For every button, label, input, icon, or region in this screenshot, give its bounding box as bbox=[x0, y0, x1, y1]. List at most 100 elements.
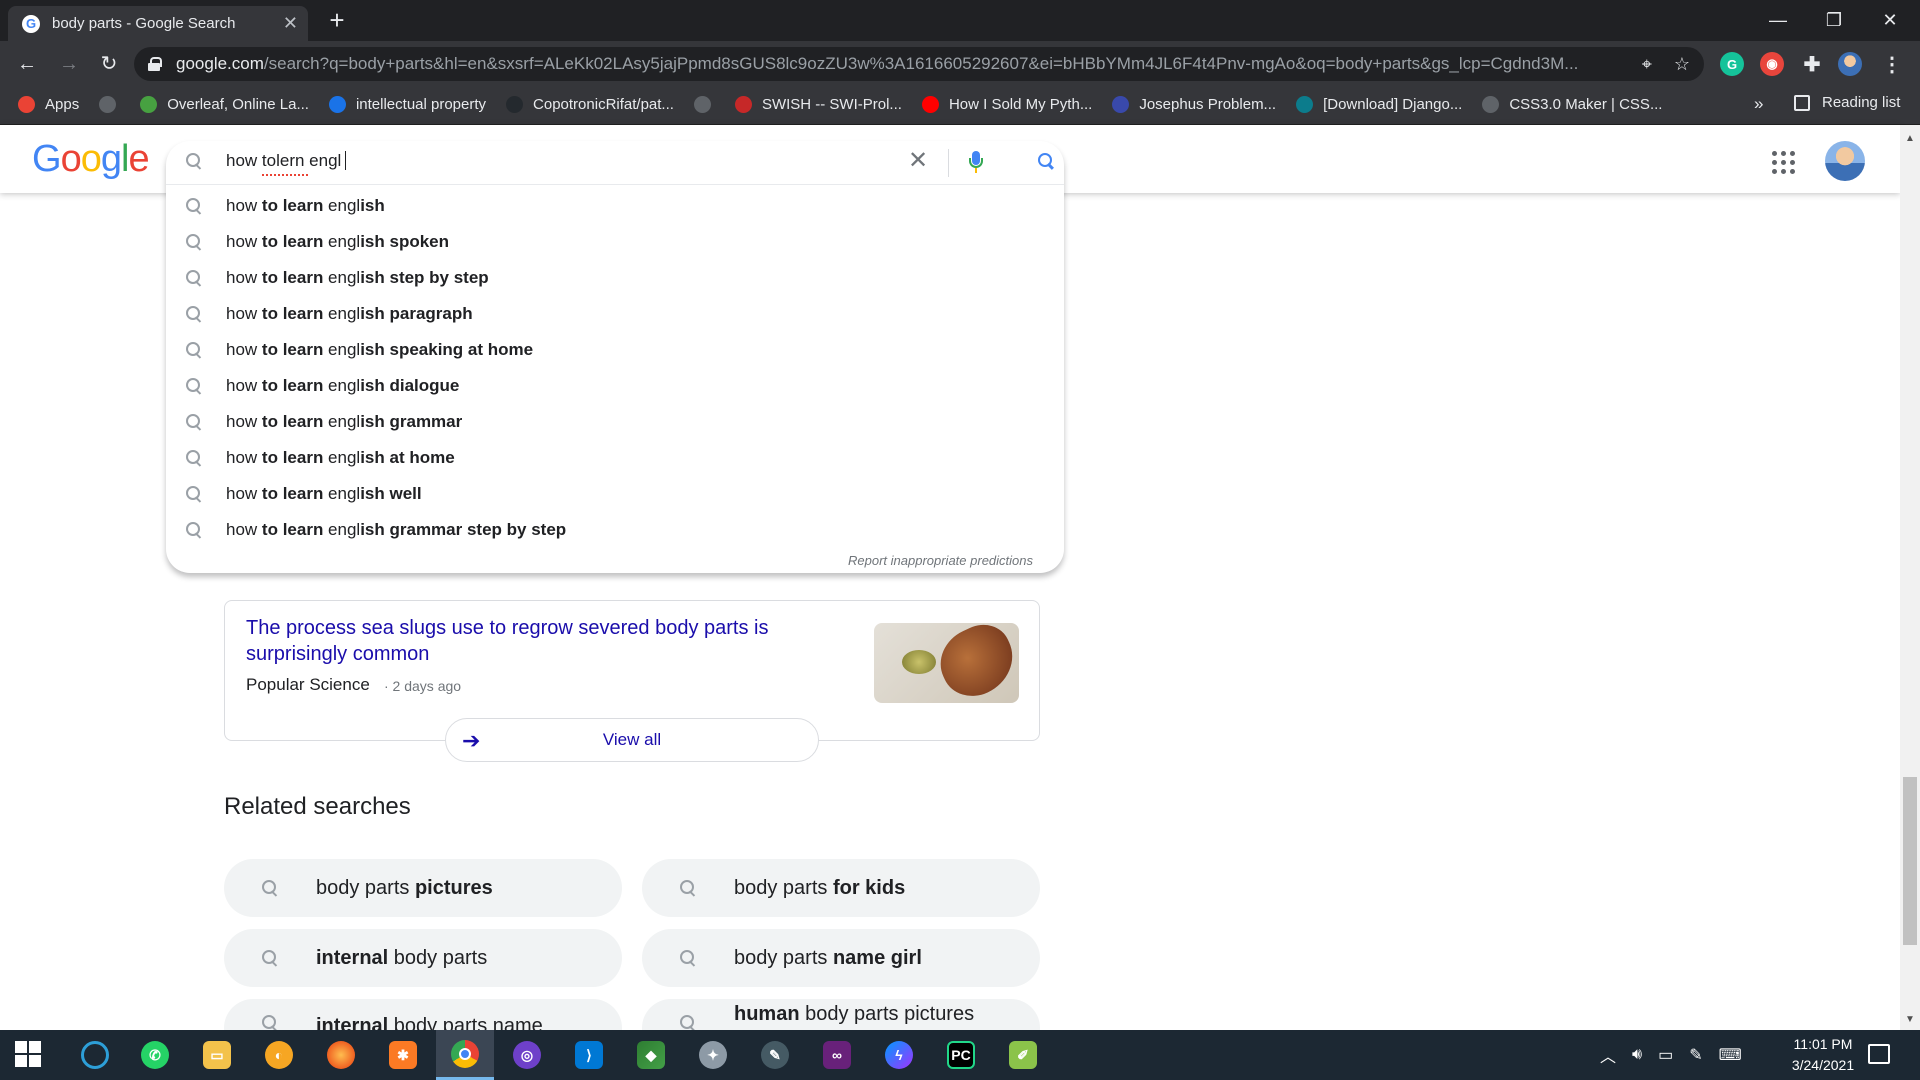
reload-icon[interactable]: ↻ bbox=[96, 51, 122, 77]
app-icon[interactable]: ◐ bbox=[250, 1030, 308, 1080]
search-icon bbox=[680, 880, 696, 896]
app-icon[interactable]: ✎ bbox=[746, 1030, 804, 1080]
restore-icon[interactable]: ❐ bbox=[1806, 0, 1862, 41]
windows-start-icon[interactable] bbox=[0, 1030, 58, 1080]
suggestion-item[interactable]: how to learn english well bbox=[166, 476, 1064, 512]
grammarly-extension-icon[interactable]: G bbox=[1720, 52, 1744, 76]
reading-list-button[interactable]: Reading list bbox=[1794, 94, 1900, 111]
related-search-chip[interactable]: body parts pictures bbox=[224, 859, 622, 917]
related-label: internal body parts name bbox=[316, 1015, 543, 1030]
view-all-button[interactable]: View all bbox=[445, 718, 819, 762]
related-search-chip[interactable]: human body parts pictures bbox=[642, 999, 1040, 1030]
bookmark-item[interactable]: CopotronicRifat/pat... bbox=[506, 96, 674, 113]
suggestion-item[interactable]: how to learn english spoken bbox=[166, 224, 1064, 260]
tab-title: body parts - Google Search bbox=[52, 15, 236, 32]
related-search-chip[interactable]: body parts for kids bbox=[642, 859, 1040, 917]
show-hidden-icons-icon[interactable]: ︿ bbox=[1600, 1043, 1616, 1067]
view-all-label: View all bbox=[602, 730, 662, 749]
bookmark-item[interactable]: SWISH -- SWI-Prol... bbox=[734, 96, 902, 113]
suggestion-item[interactable]: how to learn english grammar bbox=[166, 404, 1064, 440]
related-search-chip[interactable]: body parts name girl bbox=[642, 929, 1040, 987]
pycharm-icon[interactable]: PC bbox=[932, 1030, 990, 1080]
google-apps-icon[interactable] bbox=[1772, 151, 1796, 175]
app-icon[interactable]: ✦ bbox=[684, 1030, 742, 1080]
keyboard-icon[interactable]: ⌨ bbox=[1719, 1045, 1742, 1065]
system-clock[interactable]: 11:01 PM 3/24/2021 bbox=[1768, 1034, 1878, 1076]
suggestion-item[interactable]: how to learn english paragraph bbox=[166, 296, 1064, 332]
close-tab-icon[interactable]: ✕ bbox=[283, 13, 298, 34]
profile-avatar[interactable] bbox=[1838, 52, 1862, 76]
search-input[interactable] bbox=[226, 151, 866, 171]
account-avatar[interactable] bbox=[1825, 141, 1865, 181]
story-title-link[interactable]: The process sea slugs use to regrow seve… bbox=[246, 615, 806, 667]
firefox-icon[interactable] bbox=[312, 1030, 370, 1080]
minimize-icon[interactable]: — bbox=[1750, 0, 1806, 41]
suggestion-text: how to learn english step by step bbox=[226, 268, 489, 287]
visual-studio-icon[interactable]: ∞ bbox=[808, 1030, 866, 1080]
new-tab-button[interactable]: + bbox=[322, 6, 352, 36]
microphone-icon[interactable] bbox=[968, 149, 984, 175]
pen-icon[interactable]: ✎ bbox=[1689, 1045, 1702, 1065]
divider bbox=[948, 149, 949, 177]
bookmark-item[interactable]: How I Sold My Pyth... bbox=[921, 96, 1092, 113]
story-source: Popular Science bbox=[246, 675, 370, 694]
github-desktop-icon[interactable]: ◎ bbox=[498, 1030, 556, 1080]
app-icon[interactable]: ✐ bbox=[994, 1030, 1052, 1080]
app-icon[interactable]: ◆ bbox=[622, 1030, 680, 1080]
system-tray: ︿ 🔊︎ ▭ ✎ ⌨ bbox=[1600, 1030, 1758, 1080]
bookmark-item[interactable] bbox=[693, 96, 721, 113]
network-icon[interactable]: ▭ bbox=[1658, 1045, 1673, 1065]
scroll-up-icon[interactable]: ▲ bbox=[1903, 133, 1917, 144]
xampp-icon[interactable]: ✱ bbox=[374, 1030, 432, 1080]
suggestion-item[interactable]: how to learn english step by step bbox=[166, 260, 1064, 296]
scroll-down-icon[interactable]: ▼ bbox=[1903, 1014, 1917, 1025]
suggestion-text: how to learn english speaking at home bbox=[226, 340, 534, 359]
clear-icon[interactable]: ✕ bbox=[908, 146, 928, 175]
bookmark-item[interactable] bbox=[99, 96, 126, 113]
close-window-icon[interactable]: ✕ bbox=[1862, 0, 1918, 41]
bookmarks-more-icon[interactable]: » bbox=[1754, 94, 1763, 114]
bookmark-star-icon[interactable]: ☆ bbox=[1674, 54, 1690, 75]
forward-icon[interactable]: → bbox=[56, 51, 82, 77]
related-search-chip[interactable]: internal body parts name bbox=[224, 999, 622, 1030]
search-icon bbox=[680, 1015, 696, 1030]
suggestion-text: how to learn english paragraph bbox=[226, 304, 473, 323]
suggestion-text: how to learn english spoken bbox=[226, 232, 450, 251]
bookmark-item[interactable]: Josephus Problem... bbox=[1112, 96, 1276, 113]
search-icon bbox=[186, 378, 202, 394]
browser-tab[interactable]: G body parts - Google Search ✕ bbox=[8, 6, 308, 41]
vscode-icon[interactable]: ⟩ bbox=[560, 1030, 618, 1080]
bookmark-item[interactable]: [Download] Django... bbox=[1296, 96, 1462, 113]
reading-list-label: Reading list bbox=[1822, 94, 1901, 111]
search-icon bbox=[186, 234, 202, 250]
cortana-icon[interactable] bbox=[66, 1030, 124, 1080]
bookmark-item[interactable]: Apps bbox=[18, 96, 79, 113]
menu-kebab-icon[interactable]: ⋮ bbox=[1880, 52, 1904, 76]
suggestion-item[interactable]: how to learn english at home bbox=[166, 440, 1064, 476]
suggestion-item[interactable]: how to learn english bbox=[166, 188, 1064, 224]
extension-icon[interactable]: ◉ bbox=[1760, 52, 1784, 76]
file-explorer-icon[interactable]: ▭ bbox=[188, 1030, 246, 1080]
suggestion-item[interactable]: how to learn english dialogue bbox=[166, 368, 1064, 404]
bookmark-item[interactable]: Overleaf, Online La... bbox=[140, 96, 309, 113]
report-predictions-link[interactable]: Report inappropriate predictions bbox=[848, 553, 1033, 568]
messenger-icon[interactable]: ϟ bbox=[870, 1030, 928, 1080]
url-domain: google.com bbox=[176, 54, 264, 73]
chrome-icon[interactable] bbox=[436, 1030, 494, 1080]
scrollbar-thumb[interactable] bbox=[1903, 777, 1917, 945]
google-logo[interactable]: Google bbox=[32, 138, 150, 181]
location-icon[interactable]: ⌖ bbox=[1642, 54, 1652, 75]
back-icon[interactable]: ← bbox=[14, 51, 40, 77]
suggestion-item[interactable]: how to learn english speaking at home bbox=[166, 332, 1064, 368]
notifications-icon[interactable] bbox=[1868, 1044, 1890, 1064]
search-submit-icon[interactable] bbox=[1038, 153, 1054, 169]
suggestion-item[interactable]: how to learn english grammar step by ste… bbox=[166, 512, 1064, 548]
related-search-chip[interactable]: internal body parts bbox=[224, 929, 622, 987]
extensions-puzzle-icon[interactable]: ✚ bbox=[1800, 52, 1824, 76]
volume-icon[interactable]: 🔊︎ bbox=[1632, 1046, 1642, 1064]
whatsapp-icon[interactable]: ✆ bbox=[126, 1030, 184, 1080]
bookmark-item[interactable]: intellectual property bbox=[328, 96, 486, 113]
bookmark-item[interactable]: CSS3.0 Maker | CSS... bbox=[1482, 96, 1662, 113]
reading-list-icon bbox=[1794, 94, 1810, 111]
address-bar[interactable]: google.com/search?q=body+parts&hl=en&sxs… bbox=[134, 47, 1704, 81]
